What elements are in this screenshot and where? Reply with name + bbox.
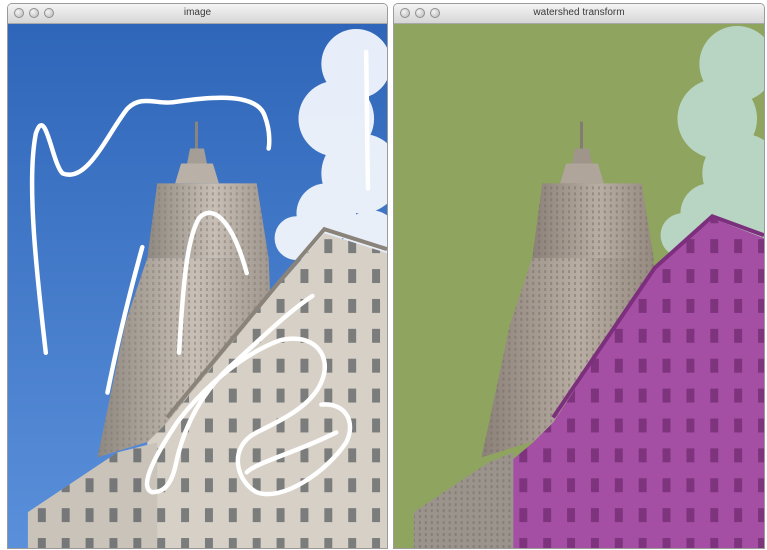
image-window-titlebar[interactable]: image	[8, 4, 387, 24]
watershed-window-title: watershed transform	[533, 7, 625, 18]
watershed-canvas[interactable]	[394, 24, 764, 548]
desktop: image watershed transform	[0, 0, 767, 550]
segmentation-overlay	[394, 24, 764, 548]
image-window: image	[7, 3, 388, 549]
image-window-title: image	[183, 7, 212, 18]
watershed-window: watershed transform	[393, 3, 765, 549]
watershed-window-titlebar[interactable]: watershed transform	[394, 4, 764, 24]
photo-with-scribbles	[8, 24, 387, 548]
image-canvas[interactable]	[8, 24, 387, 548]
